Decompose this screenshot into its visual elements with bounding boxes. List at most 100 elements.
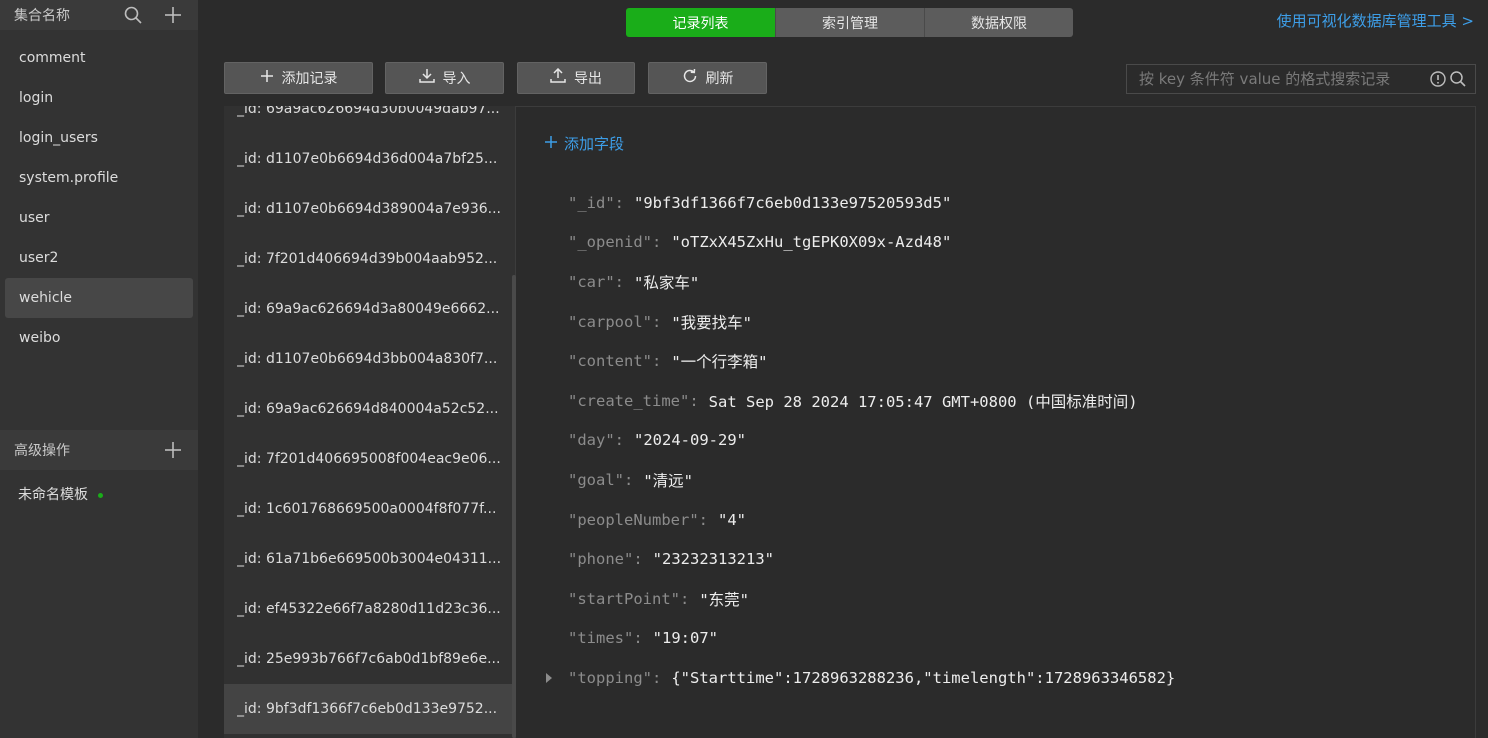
record-item[interactable]: _id: 69a9ac626694d840004a52c52... — [224, 384, 512, 434]
field-row[interactable]: "carpool": "我要找车" — [568, 302, 1175, 342]
collection-item-user2[interactable]: user2 — [5, 238, 193, 278]
record-id-label: _id: 9bf3df1366f7c6eb0d133e9752... — [237, 701, 498, 717]
field-colon: : — [633, 550, 643, 569]
record-item[interactable]: _id: 7f201d406694d39b004aab952... — [224, 234, 512, 284]
field-value: {"Starttime":1728963288236,"timelength":… — [671, 668, 1176, 687]
field-row[interactable]: "create_time": Sat Sep 28 2024 17:05:47 G… — [568, 381, 1175, 421]
record-item[interactable]: _id: d1107e0b6694d389004a7e936... — [224, 184, 512, 234]
import-label: 导入 — [442, 71, 471, 87]
add-record-button[interactable]: 添加记录 — [224, 62, 373, 94]
field-colon: : — [652, 312, 662, 331]
field-value: "2024-09-29" — [634, 431, 746, 450]
collection-item-login[interactable]: login — [5, 78, 193, 118]
add-field-button[interactable]: 添加字段 — [544, 133, 624, 154]
record-item[interactable]: _id: ef45322e66f7a8280d11d23c36... — [224, 584, 512, 634]
add-template-icon[interactable] — [162, 439, 184, 461]
field-key: "car" — [568, 272, 615, 291]
record-id-label: _id: d1107e0b6694d389004a7e936... — [237, 201, 501, 217]
collections-header: 集合名称 — [0, 0, 198, 30]
field-row[interactable]: "phone": "23232313213" — [568, 539, 1175, 579]
collection-item-login-users[interactable]: login_users — [5, 118, 193, 158]
record-id-label: _id: 7f201d406695008f004eac9e06... — [237, 451, 501, 467]
record-item[interactable]: _id: 69a9ac626694d3a80049e6662... — [224, 284, 512, 334]
tab-index-management[interactable]: 索引管理 — [775, 8, 924, 37]
field-colon: : — [652, 352, 662, 371]
record-id-label: _id: 7f201d406694d39b004aab952... — [237, 251, 498, 267]
field-row[interactable]: "peopleNumber": "4" — [568, 500, 1175, 540]
record-item[interactable]: _id: 7f201d406695008f004eac9e06... — [224, 434, 512, 484]
collection-sidebar: 集合名称 comment login login_users system.pr… — [0, 0, 198, 738]
record-item-selected[interactable]: _id: 9bf3df1366f7c6eb0d133e9752... — [224, 684, 512, 734]
record-id-label: _id: 25e993b766f7c6ab0d1bf89e6e... — [237, 651, 501, 667]
collection-item-user[interactable]: user — [5, 198, 193, 238]
record-item[interactable]: _id: d1107e0b6694d36d004a7bf25... — [224, 134, 512, 184]
tab-data-permissions[interactable]: 数据权限 — [924, 8, 1073, 37]
field-list: "_id": "9bf3df1366f7c6eb0d133e97520593d5"… — [546, 183, 1176, 698]
status-dot — [98, 492, 103, 498]
record-item[interactable]: _id: 1c601768669500a0004f8f077f... — [224, 484, 512, 534]
field-key: "phone" — [568, 550, 634, 569]
field-value: "一个行李箱" — [671, 353, 768, 372]
field-row[interactable]: "_id": "9bf3df1366f7c6eb0d133e97520593d5" — [568, 183, 1175, 223]
record-item[interactable]: _id: 25e993b766f7c6ab0d1bf89e6e... — [224, 634, 512, 684]
field-key: "create_time" — [568, 391, 690, 410]
export-label: 导出 — [574, 71, 602, 87]
refresh-icon — [682, 68, 698, 88]
record-id-label: _id: d1107e0b6694d36d004a7bf25... — [237, 151, 498, 167]
field-key: "content" — [568, 352, 652, 371]
tab-record-list[interactable]: 记录列表 — [626, 8, 775, 37]
export-icon — [550, 67, 566, 88]
record-id-label: _id: d1107e0b6694d3bb004a830f7... — [237, 351, 498, 367]
field-key: "startPoint" — [568, 589, 680, 608]
field-value: "oTZxX45ZxHu_tgEPK0X09x-Azd48" — [671, 233, 952, 252]
expand-caret-icon[interactable] — [546, 672, 552, 683]
collection-item-system-profile[interactable]: system.profile — [5, 158, 193, 198]
collection-item-weibo[interactable]: weibo — [5, 318, 193, 358]
record-id-label: _id: 69a9ac626694d30b0049dab97... — [237, 106, 500, 117]
field-row[interactable]: "goal": "清远" — [568, 460, 1175, 500]
refresh-button[interactable]: 刷新 — [648, 62, 767, 94]
record-search-input[interactable] — [1139, 70, 1429, 88]
record-item[interactable]: _id: d1107e0b6694d3bb004a830f7... — [224, 334, 512, 384]
field-colon: : — [652, 233, 662, 252]
field-key: "_id" — [568, 193, 615, 212]
field-row[interactable]: "startPoint": "东莞" — [568, 579, 1175, 619]
search-submit-icon[interactable] — [1449, 70, 1467, 92]
field-value: "我要找车" — [671, 313, 753, 332]
add-field-label: 添加字段 — [564, 135, 625, 153]
field-value: "清远" — [643, 471, 694, 490]
field-value: "东莞" — [699, 590, 749, 609]
visual-db-tool-link[interactable]: 使用可视化数据库管理工具 > — [1277, 10, 1474, 31]
plus-icon — [544, 135, 558, 153]
export-button[interactable]: 导出 — [517, 62, 635, 94]
advanced-header: 高级操作 — [0, 430, 198, 470]
add-collection-icon[interactable] — [162, 4, 184, 26]
search-icon[interactable] — [122, 4, 144, 26]
field-row[interactable]: "times": "19:07" — [568, 619, 1175, 659]
plus-icon — [260, 69, 274, 87]
field-row[interactable]: "_openid": "oTZxX45ZxHu_tgEPK0X09x-Azd48" — [568, 223, 1175, 263]
field-colon: : — [624, 470, 634, 489]
field-key: "topping" — [568, 668, 652, 687]
record-item[interactable]: _id: 61a71b6e669500b3004e04311... — [224, 534, 512, 584]
field-row[interactable]: "car": "私家车" — [568, 262, 1175, 302]
field-colon: : — [633, 629, 643, 648]
import-icon — [418, 68, 435, 88]
field-value: "4" — [718, 510, 746, 529]
field-colon: : — [614, 193, 625, 212]
field-colon: : — [614, 431, 625, 450]
collection-item-comment[interactable]: comment — [5, 38, 193, 78]
field-row[interactable]: "day": "2024-09-29" — [568, 421, 1175, 461]
collection-item-wehicle[interactable]: wehicle — [5, 278, 193, 318]
record-item[interactable]: _id: 69a9ac626694d30b0049dab97... — [224, 106, 512, 134]
field-key: "goal" — [568, 470, 624, 489]
record-id-label: _id: 61a71b6e669500b3004e04311... — [237, 551, 502, 567]
field-key: "times" — [568, 629, 634, 648]
field-row[interactable]: "content": "一个行李箱" — [568, 341, 1175, 381]
import-button[interactable]: 导入 — [385, 62, 504, 94]
template-item[interactable]: 未命名模板 — [18, 484, 103, 504]
info-icon[interactable] — [1429, 70, 1447, 92]
field-colon: : — [689, 391, 699, 410]
field-row-topping[interactable]: "topping": {"Starttime":1728963288236,"ti… — [546, 658, 1176, 698]
record-id-label: _id: 69a9ac626694d3a80049e6662... — [237, 301, 500, 317]
